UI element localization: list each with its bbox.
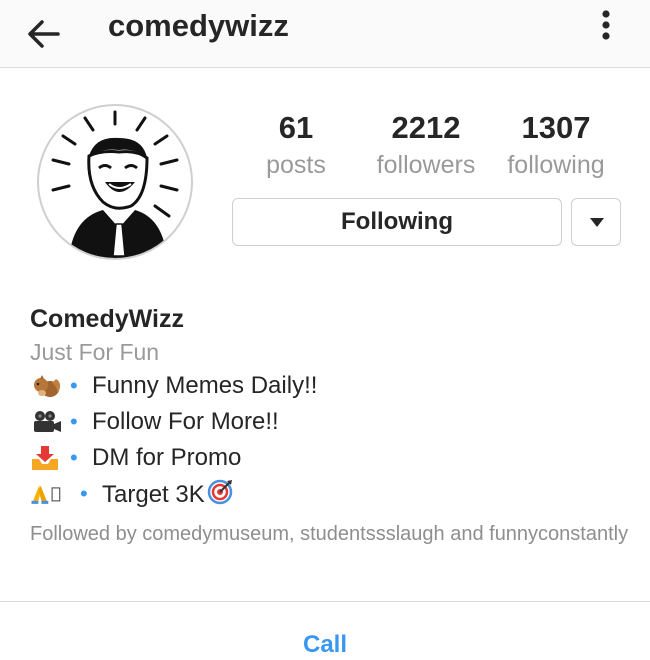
bio-tagline: Just For Fun bbox=[30, 339, 160, 365]
call-button[interactable]: Call bbox=[0, 630, 650, 660]
bullet: • bbox=[70, 373, 78, 398]
followers-label: followers bbox=[376, 151, 476, 179]
suggestions-dropdown-button[interactable] bbox=[571, 198, 621, 246]
divider bbox=[0, 601, 650, 602]
bio-line-text: Target 3K bbox=[102, 479, 233, 510]
bullet: • bbox=[70, 445, 78, 470]
followers-count: 2212 bbox=[391, 110, 461, 145]
following-count: 1307 bbox=[521, 110, 591, 145]
more-options-button[interactable] bbox=[594, 8, 618, 48]
laughing-man-illustration bbox=[51, 110, 179, 258]
caret-down-icon bbox=[590, 218, 604, 227]
following-label: following bbox=[507, 151, 605, 179]
direct-hit-icon bbox=[207, 479, 232, 505]
more-vertical-icon bbox=[602, 10, 610, 40]
movie-camera-icon bbox=[34, 411, 61, 432]
bio-display-name: ComedyWizz bbox=[30, 305, 184, 333]
bullet: • bbox=[70, 409, 78, 434]
followers-stat[interactable]: 2212 followers bbox=[368, 108, 484, 180]
posts-count: 61 bbox=[278, 110, 314, 145]
posts-stat[interactable]: 61 posts bbox=[258, 108, 334, 180]
profile-username: comedywizz bbox=[108, 8, 289, 43]
bio-line-text: Follow For More!! bbox=[92, 408, 279, 435]
top-bar: comedywizz bbox=[0, 0, 650, 68]
arrow-left-icon bbox=[28, 20, 60, 48]
bio-line-text: DM for Promo bbox=[92, 444, 242, 471]
posts-label: posts bbox=[266, 151, 326, 179]
back-button[interactable] bbox=[24, 14, 64, 54]
inbox-tray-icon bbox=[32, 446, 58, 470]
chipmunk-icon bbox=[34, 375, 61, 397]
followed-by-text[interactable]: Followed by comedymuseum, studentssslaug… bbox=[30, 521, 630, 547]
bio-line-label: Target 3K bbox=[102, 481, 205, 508]
following-stat[interactable]: 1307 following bbox=[498, 108, 614, 180]
bullet: • bbox=[80, 481, 88, 506]
folded-hands-icon bbox=[31, 485, 61, 504]
following-button[interactable]: Following bbox=[232, 198, 562, 246]
profile-avatar[interactable] bbox=[37, 104, 193, 260]
bio-line-text: Funny Memes Daily!! bbox=[92, 372, 318, 399]
